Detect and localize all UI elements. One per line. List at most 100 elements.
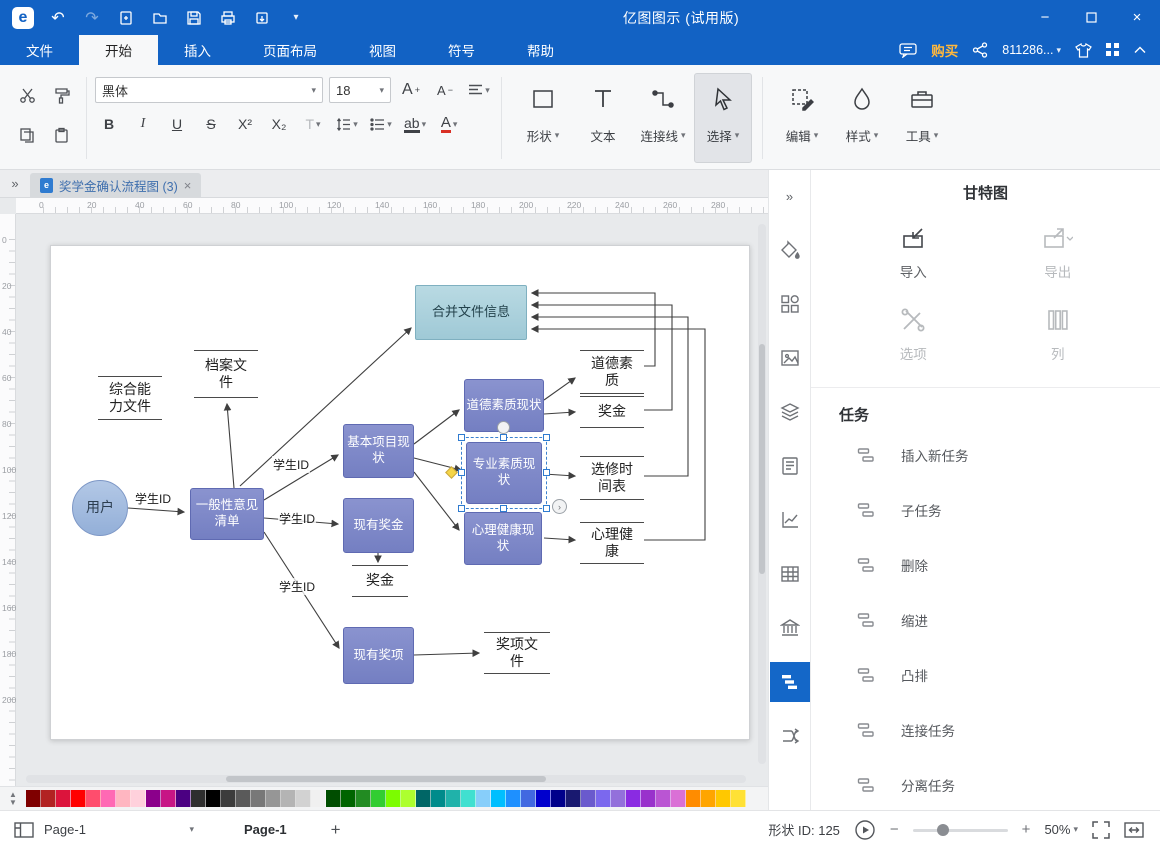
color-swatch[interactable] bbox=[206, 790, 221, 807]
line-spacing-button[interactable]: ▾ bbox=[333, 111, 361, 137]
task-item[interactable]: 连接任务 bbox=[811, 702, 1160, 757]
color-swatch[interactable] bbox=[146, 790, 161, 807]
diagram-node[interactable]: 心理健康 bbox=[580, 522, 644, 564]
zoom-level-dropdown[interactable]: 50%▾ bbox=[1044, 822, 1078, 837]
print-icon[interactable] bbox=[218, 8, 238, 28]
symbol-library-tool-icon[interactable] bbox=[770, 284, 810, 324]
color-swatch[interactable] bbox=[236, 790, 251, 807]
color-swatch[interactable] bbox=[446, 790, 461, 807]
diagram-node[interactable]: 综合能力文件 bbox=[98, 376, 162, 420]
paste-button[interactable] bbox=[46, 120, 76, 150]
color-swatch[interactable] bbox=[656, 790, 671, 807]
org-chart-tool-icon[interactable] bbox=[770, 608, 810, 648]
color-swatch[interactable] bbox=[266, 790, 281, 807]
diagram-node[interactable]: 现有奖金 bbox=[343, 498, 414, 553]
fullscreen-icon[interactable] bbox=[1092, 821, 1110, 839]
zoom-slider[interactable] bbox=[913, 823, 1008, 837]
color-swatch[interactable] bbox=[356, 790, 371, 807]
cut-button[interactable] bbox=[12, 80, 42, 110]
chart-tool-icon[interactable] bbox=[770, 500, 810, 540]
gantt-columns-button[interactable]: 列 bbox=[986, 307, 1131, 363]
bold-button[interactable]: B bbox=[95, 111, 123, 137]
diagram-node[interactable]: 奖项文件 bbox=[484, 632, 550, 674]
new-file-icon[interactable] bbox=[116, 8, 136, 28]
color-swatch[interactable] bbox=[341, 790, 356, 807]
toolbar-more-icon[interactable]: ▾ bbox=[286, 8, 306, 28]
menu-home[interactable]: 开始 bbox=[79, 35, 158, 65]
connector-tool-button[interactable]: 连接线▾ bbox=[634, 73, 692, 163]
buy-link[interactable]: 购买 bbox=[931, 40, 958, 60]
style-tool-button[interactable]: 样式▾ bbox=[833, 73, 891, 163]
fit-to-window-icon[interactable] bbox=[1124, 822, 1144, 838]
color-swatch[interactable] bbox=[551, 790, 566, 807]
zoom-in-button[interactable]: + bbox=[1022, 821, 1031, 838]
menu-view[interactable]: 视图 bbox=[343, 35, 422, 65]
color-swatch[interactable] bbox=[326, 790, 341, 807]
color-swatch[interactable] bbox=[131, 790, 146, 807]
copy-button[interactable] bbox=[12, 120, 42, 150]
zoom-slider-thumb[interactable] bbox=[937, 824, 949, 836]
text-align-button[interactable]: ▾ bbox=[465, 77, 493, 103]
expand-left-panel-icon[interactable]: » bbox=[0, 169, 30, 197]
add-page-button[interactable]: + bbox=[331, 820, 341, 840]
color-swatch[interactable] bbox=[581, 790, 596, 807]
open-folder-icon[interactable] bbox=[150, 8, 170, 28]
fill-style-tool-icon[interactable] bbox=[770, 230, 810, 270]
color-swatch[interactable] bbox=[476, 790, 491, 807]
edit-tool-button[interactable]: 编辑▾ bbox=[773, 73, 831, 163]
format-painter-button[interactable] bbox=[46, 80, 76, 110]
task-item[interactable]: 子任务 bbox=[811, 482, 1160, 537]
color-swatch[interactable] bbox=[101, 790, 116, 807]
clear-format-button[interactable]: T▾ bbox=[299, 111, 327, 137]
color-swatch[interactable] bbox=[731, 790, 746, 807]
edge-label[interactable]: 学生ID bbox=[134, 490, 172, 507]
diagram-node[interactable]: 奖金 bbox=[352, 565, 408, 597]
bullet-list-button[interactable]: ▾ bbox=[367, 111, 395, 137]
font-size-select[interactable]: 18▾ bbox=[329, 77, 391, 103]
task-item[interactable]: 凸排 bbox=[811, 647, 1160, 702]
account-menu[interactable]: 811286...▾ bbox=[1002, 43, 1061, 57]
notes-tool-icon[interactable] bbox=[770, 446, 810, 486]
diagram-node[interactable]: 档案文件 bbox=[194, 350, 258, 398]
text-tool-button[interactable]: 文本 bbox=[574, 73, 632, 163]
collapse-ribbon-icon[interactable] bbox=[1134, 46, 1146, 54]
gantt-export-button[interactable]: 导出 bbox=[986, 225, 1131, 281]
diagram-node[interactable]: 专业素质现状 bbox=[466, 442, 542, 504]
apps-grid-icon[interactable] bbox=[1106, 43, 1120, 57]
color-swatch[interactable] bbox=[401, 790, 416, 807]
maximize-button[interactable] bbox=[1068, 0, 1114, 35]
color-swatch[interactable] bbox=[626, 790, 641, 807]
color-swatch[interactable] bbox=[176, 790, 191, 807]
task-item[interactable]: 分离任务 bbox=[811, 757, 1160, 810]
color-swatch[interactable] bbox=[491, 790, 506, 807]
diagram-node[interactable]: 合并文件信息 bbox=[415, 285, 527, 340]
edge-label[interactable]: 学生ID bbox=[272, 456, 310, 473]
tools-button[interactable]: 工具▾ bbox=[893, 73, 951, 163]
color-swatch[interactable] bbox=[716, 790, 731, 807]
color-swatch[interactable] bbox=[506, 790, 521, 807]
color-swatch[interactable] bbox=[566, 790, 581, 807]
image-tool-icon[interactable] bbox=[770, 338, 810, 378]
color-swatch[interactable] bbox=[41, 790, 56, 807]
color-swatch[interactable] bbox=[296, 790, 311, 807]
color-swatch[interactable] bbox=[71, 790, 86, 807]
task-item[interactable]: 删除 bbox=[811, 537, 1160, 592]
color-swatch[interactable] bbox=[701, 790, 716, 807]
page-tab[interactable]: Page-1 bbox=[244, 822, 287, 837]
shape-tool-button[interactable]: 形状▾ bbox=[514, 73, 572, 163]
color-swatch[interactable] bbox=[521, 790, 536, 807]
color-swatch[interactable] bbox=[191, 790, 206, 807]
decrease-font-button[interactable]: A− bbox=[431, 77, 459, 103]
underline-button[interactable]: U bbox=[163, 111, 191, 137]
table-tool-icon[interactable] bbox=[770, 554, 810, 594]
color-swatch[interactable] bbox=[641, 790, 656, 807]
page-selector-dropdown[interactable]: Page-1▾ bbox=[44, 822, 194, 837]
color-swatch[interactable] bbox=[536, 790, 551, 807]
cross-connector-tool-icon[interactable] bbox=[770, 716, 810, 756]
menu-page-layout[interactable]: 页面布局 bbox=[237, 35, 343, 65]
layers-tool-icon[interactable] bbox=[770, 392, 810, 432]
diagram-node[interactable]: 用户 bbox=[72, 480, 128, 536]
close-button[interactable]: × bbox=[1114, 0, 1160, 35]
color-swatch[interactable] bbox=[26, 790, 41, 807]
diagram-node[interactable]: 选修时间表 bbox=[580, 456, 644, 500]
